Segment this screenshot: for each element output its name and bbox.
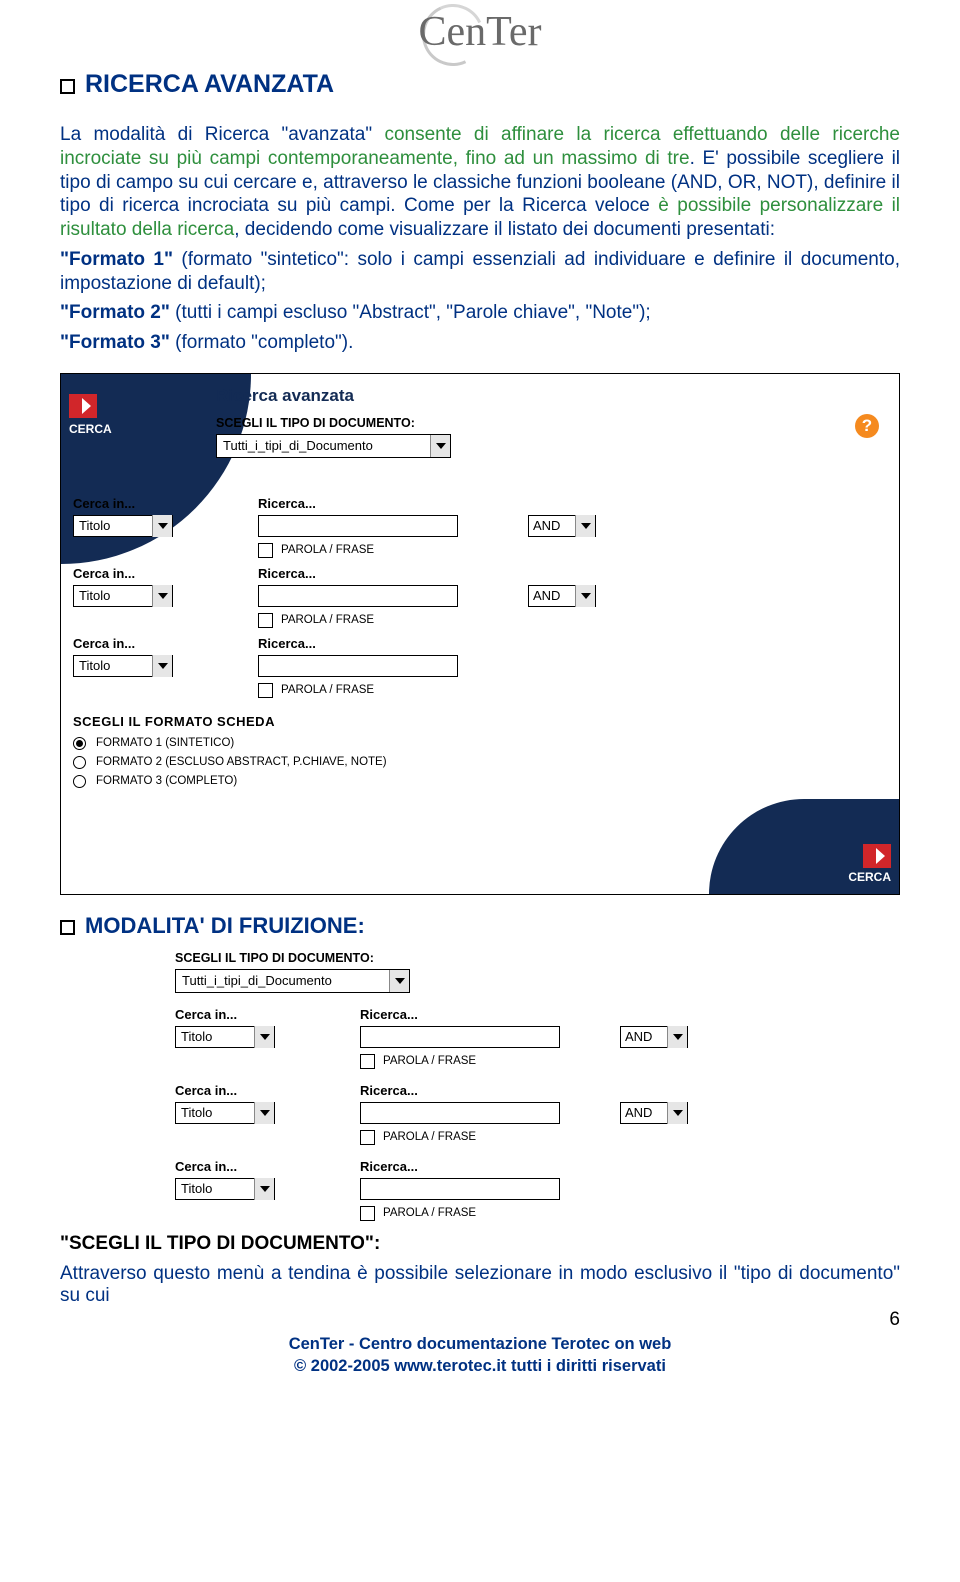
- field-select-2[interactable]: Titolo: [73, 585, 173, 607]
- parola-label: PAROLA / FRASE: [281, 614, 374, 626]
- ricerca-label: Ricerca...: [258, 636, 538, 651]
- cerca-in-label: Cerca in...: [175, 1159, 360, 1174]
- search-input-3b[interactable]: [360, 1178, 560, 1200]
- cerca-in-label: Cerca in...: [73, 496, 258, 511]
- bullet-icon: [60, 79, 75, 94]
- chevron-down-icon[interactable]: [254, 1178, 274, 1200]
- search-input-2b[interactable]: [360, 1102, 560, 1124]
- field-select-1b[interactable]: Titolo: [175, 1026, 275, 1048]
- cerca-arrow-icon[interactable]: [863, 844, 891, 868]
- cerca-in-label: Cerca in...: [73, 566, 258, 581]
- doc-type-value: Tutti_i_tipi_di_Documento: [223, 438, 373, 453]
- cerca-in-label: Cerca in...: [175, 1083, 360, 1098]
- chevron-down-icon[interactable]: [575, 585, 595, 607]
- cerca-label: CERCA: [69, 422, 112, 436]
- cerca-arrow-icon[interactable]: [69, 394, 97, 418]
- radio-formato-2[interactable]: [73, 756, 86, 769]
- parola-label: PAROLA / FRASE: [383, 1055, 476, 1067]
- field-select-1[interactable]: Titolo: [73, 515, 173, 537]
- form-title: Ricerca avanzata: [216, 386, 887, 406]
- logo: CenTer: [60, 0, 900, 56]
- page-footer: CenTer - Centro documentazione Terotec o…: [60, 1333, 900, 1378]
- doc-type-select[interactable]: Tutti_i_tipi_di_Documento: [175, 969, 410, 993]
- bool-select-2b[interactable]: AND: [620, 1102, 688, 1124]
- formato3-label: FORMATO 3 (COMPLETO): [96, 775, 237, 787]
- ricerca-label: Ricerca...: [360, 1083, 640, 1098]
- chevron-down-icon[interactable]: [575, 515, 595, 537]
- chevron-down-icon[interactable]: [430, 435, 450, 457]
- doc-type-value: Tutti_i_tipi_di_Documento: [182, 973, 332, 988]
- chevron-down-icon[interactable]: [254, 1102, 274, 1124]
- parola-checkbox-1[interactable]: [258, 543, 273, 558]
- bool-select-2[interactable]: AND: [528, 585, 596, 607]
- chevron-down-icon[interactable]: [389, 970, 409, 992]
- radio-formato-3[interactable]: [73, 775, 86, 788]
- cerca-in-label: Cerca in...: [175, 1007, 360, 1022]
- field-select-2b[interactable]: Titolo: [175, 1102, 275, 1124]
- screenshot-modalita: SCEGLI IL TIPO DI DOCUMENTO: Tutti_i_tip…: [175, 951, 815, 1221]
- chevron-down-icon[interactable]: [152, 515, 172, 537]
- parola-label: PAROLA / FRASE: [281, 684, 374, 696]
- help-icon[interactable]: ?: [855, 414, 879, 438]
- body-format2: "Formato 2" (tutti i campi escluso "Abst…: [60, 301, 900, 325]
- parola-checkbox-1b[interactable]: [360, 1054, 375, 1069]
- chevron-down-icon[interactable]: [152, 655, 172, 677]
- page-number: 6: [60, 1309, 900, 1331]
- doc-type-label: SCEGLI IL TIPO DI DOCUMENTO:: [175, 951, 815, 965]
- section-modalita-title: MODALITA' DI FRUIZIONE:: [60, 913, 900, 939]
- screenshot-ricerca-avanzata: CERCA ? Ricerca avanzata SCEGLI IL TIPO …: [60, 373, 900, 895]
- body-format3: "Formato 3" (formato "completo").: [60, 331, 900, 355]
- ricerca-label: Ricerca...: [258, 496, 538, 511]
- radio-formato-1[interactable]: [73, 737, 86, 750]
- field-select-3[interactable]: Titolo: [73, 655, 173, 677]
- parola-checkbox-2b[interactable]: [360, 1130, 375, 1145]
- parola-checkbox-3b[interactable]: [360, 1206, 375, 1221]
- cerca-label: CERCA: [848, 870, 891, 884]
- parola-label: PAROLA / FRASE: [383, 1207, 476, 1219]
- logo-text: CenTer: [418, 9, 541, 55]
- search-input-2[interactable]: [258, 585, 458, 607]
- search-input-1b[interactable]: [360, 1026, 560, 1048]
- ricerca-label: Ricerca...: [360, 1007, 640, 1022]
- formato-heading: SCEGLI IL FORMATO SCHEDA: [73, 714, 387, 729]
- bool-select-1[interactable]: AND: [528, 515, 596, 537]
- formato2-label: FORMATO 2 (ESCLUSO ABSTRACT, P.CHIAVE, N…: [96, 756, 387, 768]
- cerca-in-label: Cerca in...: [73, 636, 258, 651]
- bool-select-1b[interactable]: AND: [620, 1026, 688, 1048]
- ricerca-label: Ricerca...: [258, 566, 538, 581]
- parola-label: PAROLA / FRASE: [383, 1131, 476, 1143]
- chevron-down-icon[interactable]: [152, 585, 172, 607]
- doc-type-select[interactable]: Tutti_i_tipi_di_Documento: [216, 434, 451, 458]
- parola-checkbox-2[interactable]: [258, 613, 273, 628]
- body-format1: "Formato 1" (formato "sintetico": solo i…: [60, 248, 900, 296]
- scegli-tipo-paragraph: Attraverso questo menù a tendina è possi…: [60, 1263, 900, 1307]
- formato1-label: FORMATO 1 (SINTETICO): [96, 737, 234, 749]
- parola-checkbox-3[interactable]: [258, 683, 273, 698]
- body-paragraph: La modalità di Ricerca "avanzata" consen…: [60, 123, 900, 242]
- scegli-tipo-heading: "SCEGLI IL TIPO DI DOCUMENTO":: [60, 1233, 900, 1255]
- doc-type-label: SCEGLI IL TIPO DI DOCUMENTO:: [216, 416, 887, 430]
- bullet-icon: [60, 920, 75, 935]
- parola-label: PAROLA / FRASE: [281, 544, 374, 556]
- chevron-down-icon[interactable]: [254, 1026, 274, 1048]
- field-select-3b[interactable]: Titolo: [175, 1178, 275, 1200]
- search-input-1[interactable]: [258, 515, 458, 537]
- section-ricerca-avanzata-title: RICERCA AVANZATA: [60, 70, 900, 99]
- ricerca-label: Ricerca...: [360, 1159, 640, 1174]
- search-input-3[interactable]: [258, 655, 458, 677]
- chevron-down-icon[interactable]: [667, 1102, 687, 1124]
- chevron-down-icon[interactable]: [667, 1026, 687, 1048]
